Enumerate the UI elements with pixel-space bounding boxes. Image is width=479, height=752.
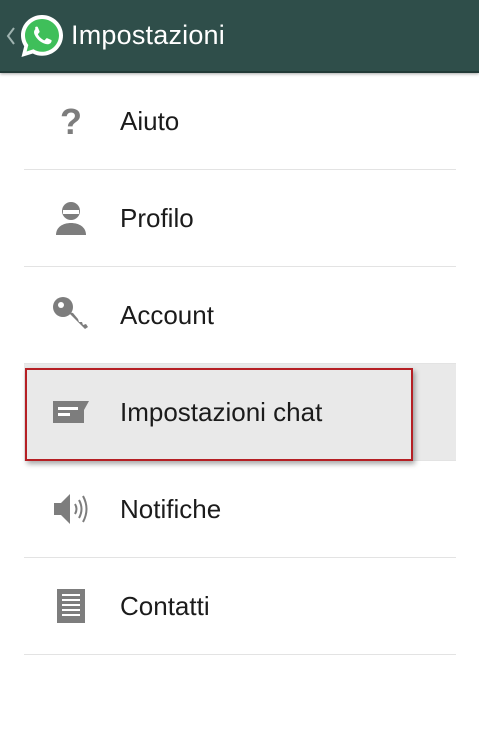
settings-list: ? Aiuto Profilo Account Impostazioni cha… bbox=[24, 73, 456, 655]
help-icon: ? bbox=[51, 101, 91, 141]
action-bar: Impostazioni bbox=[0, 0, 479, 73]
menu-item-impostazioni-chat[interactable]: Impostazioni chat bbox=[24, 364, 456, 461]
menu-item-aiuto[interactable]: ? Aiuto bbox=[24, 73, 456, 170]
menu-item-label: Account bbox=[120, 299, 214, 330]
contacts-icon bbox=[51, 586, 91, 626]
profile-icon bbox=[51, 198, 91, 238]
key-icon bbox=[51, 295, 91, 335]
up-navigation-button[interactable]: Impostazioni bbox=[0, 0, 225, 71]
chat-settings-icon bbox=[51, 392, 91, 432]
menu-item-label: Contatti bbox=[120, 590, 210, 621]
menu-item-label: Profilo bbox=[120, 202, 194, 233]
menu-item-label: Impostazioni chat bbox=[120, 396, 323, 427]
menu-item-contatti[interactable]: Contatti bbox=[24, 558, 456, 655]
speaker-icon bbox=[51, 489, 91, 529]
whatsapp-logo-icon bbox=[18, 12, 66, 60]
menu-item-profilo[interactable]: Profilo bbox=[24, 170, 456, 267]
menu-item-account[interactable]: Account bbox=[24, 267, 456, 364]
menu-item-label: Notifiche bbox=[120, 493, 222, 524]
menu-item-notifiche[interactable]: Notifiche bbox=[24, 461, 456, 558]
svg-text:?: ? bbox=[60, 101, 82, 141]
menu-item-label: Aiuto bbox=[120, 105, 180, 136]
chevron-left-icon bbox=[4, 23, 18, 49]
page-title: Impostazioni bbox=[71, 20, 225, 50]
